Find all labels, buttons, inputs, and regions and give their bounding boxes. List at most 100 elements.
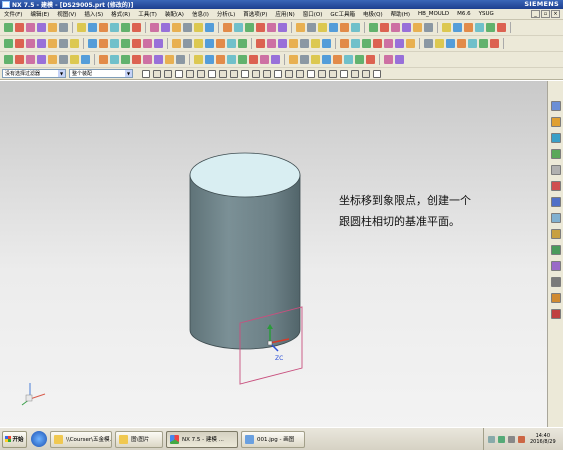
toolbar-tool-icon[interactable] [395,55,404,64]
toolbar-tool-icon[interactable] [395,39,404,48]
toolbar-tool-icon[interactable] [37,55,46,64]
menu-tools[interactable]: 工具(T) [134,10,161,18]
toolbar-tool-icon[interactable] [435,39,444,48]
resource-bar-tab-icon[interactable] [550,165,561,175]
snap-point-icon[interactable] [208,69,216,78]
menu-view[interactable]: 视图(V) [53,10,80,18]
toolbar-tool-icon[interactable] [267,39,276,48]
toolbar-tool-icon[interactable] [205,23,214,32]
toolbar-tool-icon[interactable] [154,55,163,64]
toolbar-tool-icon[interactable] [165,55,174,64]
snap-point-icon[interactable] [186,69,194,78]
resource-bar-tab-icon[interactable] [550,133,561,143]
toolbar-tool-icon[interactable] [172,39,181,48]
toolbar-tool-icon[interactable] [77,23,86,32]
toolbar-tool-icon[interactable] [216,39,225,48]
menu-m66[interactable]: M6.6 [453,11,475,17]
graphics-window[interactable]: ZC 坐标移到象限点，创建一个 跟圆柱相切的基准平面。 [0,81,547,427]
close-button[interactable]: × [551,10,560,18]
toolbar-tool-icon[interactable] [402,23,411,32]
toolbar-tool-icon[interactable] [15,23,24,32]
resource-bar-tab-icon[interactable] [550,101,561,111]
toolbar-tool-icon[interactable] [446,39,455,48]
snap-point-icon[interactable] [230,69,238,78]
toolbar-tool-icon[interactable] [424,23,433,32]
menu-insert[interactable]: 插入(S) [80,10,107,18]
toolbar-tool-icon[interactable] [194,39,203,48]
toolbar-tool-icon[interactable] [15,55,24,64]
toolbar-tool-icon[interactable] [183,39,192,48]
toolbar-tool-icon[interactable] [70,55,79,64]
toolbar-tool-icon[interactable] [26,39,35,48]
toolbar-tool-icon[interactable] [249,55,258,64]
toolbar-tool-icon[interactable] [479,39,488,48]
snap-point-icon[interactable] [219,69,227,78]
menu-analysis[interactable]: 分析(L) [213,10,239,18]
security-icon[interactable] [498,435,505,443]
toolbar-tool-icon[interactable] [238,39,247,48]
toolbar-tool-icon[interactable] [59,39,68,48]
toolbar-tool-icon[interactable] [150,23,159,32]
resource-bar-tab-icon[interactable] [550,149,561,159]
toolbar-tool-icon[interactable] [475,23,484,32]
toolbar-tool-icon[interactable] [227,39,236,48]
resource-bar-tab-icon[interactable] [550,293,561,303]
toolbar-tool-icon[interactable] [26,23,35,32]
toolbar-tool-icon[interactable] [238,55,247,64]
toolbar-tool-icon[interactable] [453,23,462,32]
toolbar-tool-icon[interactable] [194,23,203,32]
snap-point-icon[interactable] [197,69,205,78]
toolbar-tool-icon[interactable] [260,55,269,64]
toolbar-tool-icon[interactable] [256,39,265,48]
resource-bar-tab-icon[interactable] [550,261,561,271]
toolbar-tool-icon[interactable] [373,39,382,48]
toolbar-tool-icon[interactable] [267,23,276,32]
resource-bar-tab-icon[interactable] [550,197,561,207]
network-icon[interactable] [488,435,495,443]
toolbar-tool-icon[interactable] [172,23,181,32]
clock[interactable]: 14:40 2016/8/29 [530,433,556,445]
toolbar-tool-icon[interactable] [300,55,309,64]
toolbar-tool-icon[interactable] [4,23,13,32]
toolbar-tool-icon[interactable] [300,39,309,48]
toolbar-tool-icon[interactable] [366,55,375,64]
toolbar-tool-icon[interactable] [322,39,331,48]
toolbar-tool-icon[interactable] [143,55,152,64]
snap-point-icon[interactable] [296,69,304,78]
toolbar-tool-icon[interactable] [88,39,97,48]
toolbar-tool-icon[interactable] [70,39,79,48]
toolbar-tool-icon[interactable] [26,55,35,64]
toolbar-tool-icon[interactable] [351,23,360,32]
toolbar-tool-icon[interactable] [37,39,46,48]
snap-point-icon[interactable] [252,69,260,78]
toolbar-tool-icon[interactable] [88,23,97,32]
snap-point-icon[interactable] [362,69,370,78]
menu-window[interactable]: 窗口(O) [299,10,327,18]
toolbar-tool-icon[interactable] [205,55,214,64]
toolbar-tool-icon[interactable] [355,55,364,64]
snap-point-icon[interactable] [274,69,282,78]
toolbar-tool-icon[interactable] [59,23,68,32]
menu-file[interactable]: 文件(F) [0,10,26,18]
toolbar-tool-icon[interactable] [161,23,170,32]
toolbar-tool-icon[interactable] [48,55,57,64]
toolbar-tool-icon[interactable] [110,39,119,48]
volume-icon[interactable] [508,435,515,443]
input-method-icon[interactable] [518,435,525,443]
toolbar-tool-icon[interactable] [99,23,108,32]
minimize-button[interactable]: _ [531,10,540,18]
toolbar-tool-icon[interactable] [322,55,331,64]
toolbar-tool-icon[interactable] [37,23,46,32]
toolbar-tool-icon[interactable] [256,23,265,32]
toolbar-tool-icon[interactable] [486,23,495,32]
toolbar-tool-icon[interactable] [121,39,130,48]
snap-point-icon[interactable] [175,69,183,78]
toolbar-tool-icon[interactable] [143,39,152,48]
toolbar-tool-icon[interactable] [391,23,400,32]
type-filter-dropdown[interactable]: 没有选择过滤器 ▼ [2,69,66,78]
snap-point-icon[interactable] [142,69,150,78]
toolbar-tool-icon[interactable] [245,23,254,32]
toolbar-tool-icon[interactable] [457,39,466,48]
menu-hb-mould[interactable]: HB_MOULD [414,11,453,17]
snap-point-icon[interactable] [285,69,293,78]
